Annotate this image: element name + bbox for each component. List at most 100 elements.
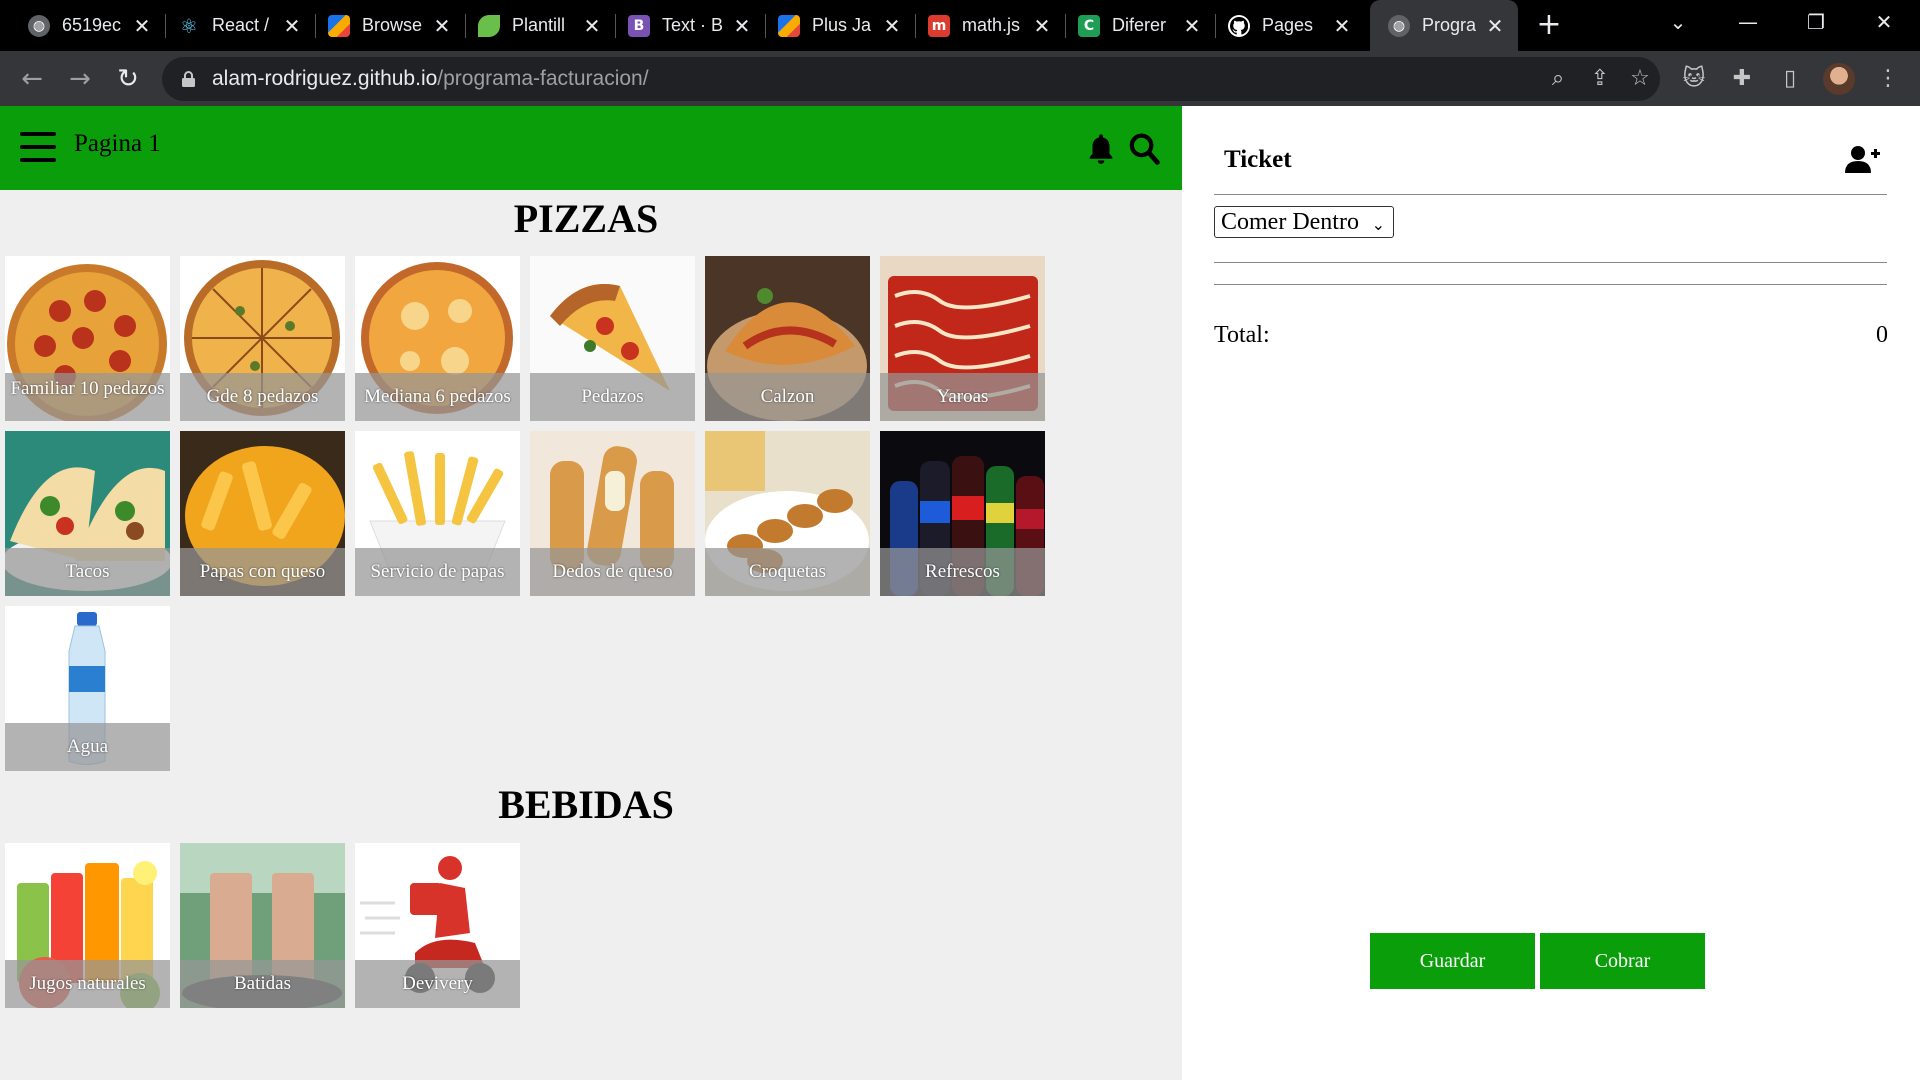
save-button[interactable]: Guardar [1370, 933, 1535, 989]
page-title: Pagina 1 [74, 130, 161, 157]
product-label: Dedos de queso [530, 548, 695, 596]
browser-tab[interactable]: ⚛ React / ✕ [150, 0, 315, 51]
new-tab-button[interactable]: + [1532, 8, 1566, 42]
leaf-icon [478, 14, 500, 37]
tab-title: Plantill [512, 15, 566, 35]
back-icon[interactable]: ← [14, 61, 50, 97]
bootstrap-icon: B [628, 14, 650, 37]
share-icon[interactable]: ⇪ [1586, 65, 1614, 93]
product-card-batidas[interactable]: Batidas [180, 843, 345, 1008]
browser-tab[interactable]: Plus Ja ✕ [750, 0, 915, 51]
product-card-gde-8[interactable]: Gde 8 pedazos [180, 256, 345, 421]
ticket-panel: Ticket Comer Dentro ⌄ Total: 0 Guardar C… [1182, 106, 1920, 1080]
tab-title: Browse [362, 15, 423, 35]
product-label: Familiar 10 pedazos [5, 373, 170, 421]
charge-button[interactable]: Cobrar [1540, 933, 1705, 989]
url-host: alam-rodriguez.github.io [212, 67, 438, 90]
address-bar[interactable]: alam-rodriguez.github.io/programa-factur… [162, 57, 1660, 101]
extension-cat-icon[interactable]: 🐱 [1678, 63, 1710, 95]
tab-title: Pages [1262, 15, 1314, 35]
browser-tab[interactable]: Plantill ✕ [450, 0, 615, 51]
browser-tab-active[interactable]: ◍ Progra ✕ [1370, 0, 1518, 51]
product-label: Agua [5, 723, 170, 771]
url-path: /programa-facturacion/ [437, 67, 649, 90]
browser-tab[interactable]: B Text · B ✕ [600, 0, 765, 51]
bell-icon[interactable] [1086, 132, 1116, 166]
tab-title: Diferer [1112, 15, 1167, 35]
tab-title: Plus Ja [812, 15, 872, 35]
search-icon[interactable] [1128, 132, 1160, 166]
minimize-icon[interactable]: — [1718, 0, 1778, 44]
order-type-value: Comer Dentro [1221, 209, 1359, 235]
restore-icon[interactable]: ❐ [1786, 0, 1846, 44]
browser-tab[interactable]: Browse ✕ [300, 0, 465, 51]
browser-tab[interactable]: m math.js ✕ [900, 0, 1065, 51]
close-window-icon[interactable]: ✕ [1854, 0, 1914, 44]
product-card-servicio-papas[interactable]: Servicio de papas [355, 431, 520, 596]
product-label: Batidas [180, 960, 345, 1008]
zoom-icon[interactable]: ⌕ [1544, 65, 1572, 93]
product-label: Refrescos [880, 548, 1045, 596]
globe-icon: ◍ [1388, 14, 1410, 37]
react-icon: ⚛ [180, 13, 198, 38]
hamburger-menu-icon[interactable] [20, 132, 56, 162]
lock-icon [182, 71, 195, 87]
divider [1214, 262, 1887, 263]
tab-title: math.js [962, 15, 1021, 35]
product-card-agua[interactable]: Agua [5, 606, 170, 771]
product-label: Papas con queso [180, 548, 345, 596]
product-label: Croquetas [705, 548, 870, 596]
side-panel-icon[interactable]: ▯ [1774, 63, 1806, 95]
product-card-papas-queso[interactable]: Papas con queso [180, 431, 345, 596]
forward-icon[interactable]: → [62, 61, 98, 97]
browser-tab[interactable]: Pages ✕ [1200, 0, 1365, 51]
tab-title: Progra [1422, 15, 1477, 35]
m-icon: m [928, 14, 950, 37]
total-value: 0 [1876, 322, 1888, 348]
tab-title: React / [212, 15, 270, 35]
github-icon [1228, 14, 1250, 37]
total-label: Total: [1214, 322, 1270, 348]
product-card-familiar[interactable]: Familiar 10 pedazos [5, 256, 170, 421]
profile-avatar[interactable] [1823, 63, 1855, 95]
browser-tab-strip: ◍ 6519ec ✕ ⚛ React / ✕ Browse ✕ Plantill… [0, 0, 1920, 51]
product-label: Yaroas [880, 373, 1045, 421]
product-label: Calzon [705, 373, 870, 421]
close-icon[interactable]: ✕ [1329, 14, 1355, 38]
section-title-pizzas: PIZZAS [513, 196, 659, 241]
app-root: Pagina 1 PIZZAS Familiar 10 pedazos Gde … [0, 106, 1920, 1080]
menu-panel: Pagina 1 PIZZAS Familiar 10 pedazos Gde … [0, 106, 1182, 1080]
chevron-down-icon: ⌄ [1371, 215, 1385, 234]
product-card-pedazos[interactable]: Pedazos [530, 256, 695, 421]
tab-search-icon[interactable]: ⌄ [1648, 0, 1708, 44]
app-header: Pagina 1 [0, 106, 1182, 190]
product-card-tacos[interactable]: Tacos [5, 431, 170, 596]
close-icon[interactable]: ✕ [1482, 14, 1508, 38]
divider [1214, 194, 1887, 195]
product-card-calzon[interactable]: Calzon [705, 256, 870, 421]
product-card-mediana-6[interactable]: Mediana 6 pedazos [355, 256, 520, 421]
product-label: Jugos naturales [5, 960, 170, 1008]
extensions-puzzle-icon[interactable]: ✚ [1726, 63, 1758, 95]
product-label: Mediana 6 pedazos [355, 373, 520, 421]
product-card-jugos[interactable]: Jugos naturales [5, 843, 170, 1008]
product-card-croquetas[interactable]: Croquetas [705, 431, 870, 596]
reload-icon[interactable]: ↻ [110, 61, 146, 97]
product-card-yaroas[interactable]: Yaroas [880, 256, 1045, 421]
globe-icon: ◍ [28, 14, 50, 37]
product-label: Servicio de papas [355, 548, 520, 596]
browser-toolbar: ← → ↻ alam-rodriguez.github.io/programa-… [0, 51, 1920, 106]
product-card-dedos-queso[interactable]: Dedos de queso [530, 431, 695, 596]
browser-tab[interactable]: ◍ 6519ec ✕ [0, 0, 165, 51]
product-label: Gde 8 pedazos [180, 373, 345, 421]
product-card-refrescos[interactable]: Refrescos [880, 431, 1045, 596]
order-type-select[interactable]: Comer Dentro ⌄ [1214, 206, 1394, 238]
product-label: Tacos [5, 548, 170, 596]
product-card-delivery[interactable]: Devivery [355, 843, 520, 1008]
pluralsight-icon [778, 14, 800, 37]
browser-tab[interactable]: C Diferer ✕ [1050, 0, 1215, 51]
add-user-icon[interactable] [1844, 144, 1880, 174]
menu-kebab-icon[interactable]: ⋮ [1872, 63, 1904, 95]
bookmark-star-icon[interactable]: ☆ [1626, 65, 1654, 93]
product-label: Devivery [355, 960, 520, 1008]
